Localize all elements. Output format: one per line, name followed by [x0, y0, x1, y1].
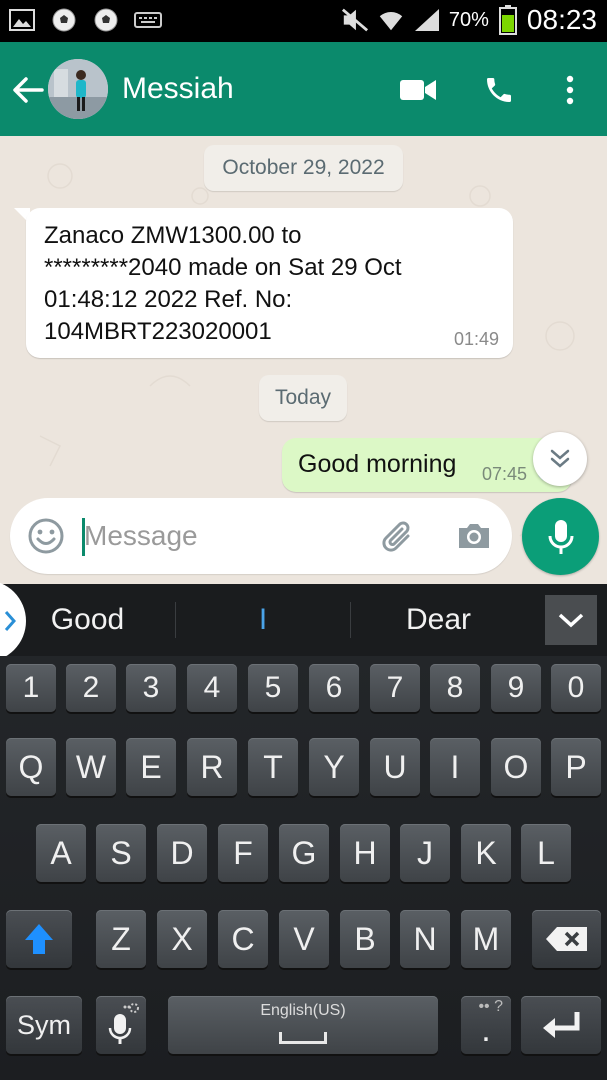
key[interactable]: O — [491, 738, 541, 796]
enter-key[interactable] — [521, 996, 601, 1054]
key[interactable]: 5 — [248, 664, 298, 712]
suggestion-item[interactable]: Dear — [351, 584, 526, 656]
enter-icon — [543, 1012, 580, 1038]
emoji-icon[interactable] — [26, 516, 66, 556]
space-icon — [279, 1032, 327, 1044]
key[interactable]: D — [157, 824, 207, 882]
battery-percent: 70% — [448, 8, 489, 31]
key[interactable]: N — [400, 910, 450, 968]
keyboard-icon — [134, 6, 162, 34]
clock: 08:23 — [526, 4, 597, 35]
key[interactable]: Z — [96, 910, 146, 968]
chevron-down-icon — [558, 613, 584, 628]
message-time: 07:45 — [482, 464, 528, 484]
shift-key[interactable] — [6, 910, 72, 968]
sym-key[interactable]: Sym — [6, 996, 82, 1054]
key[interactable]: 0 — [551, 664, 601, 712]
soccer-ball-icon — [50, 6, 78, 34]
key[interactable]: T — [248, 738, 298, 796]
scroll-to-bottom-button[interactable] — [533, 432, 587, 486]
mic-icon — [548, 519, 573, 554]
key[interactable]: 8 — [430, 664, 480, 712]
mic-button[interactable] — [522, 498, 599, 575]
key[interactable]: Q — [6, 738, 56, 796]
avatar[interactable] — [48, 59, 108, 119]
key[interactable]: 1 — [6, 664, 56, 712]
back-arrow-icon[interactable] — [10, 72, 46, 108]
key[interactable]: Y — [309, 738, 359, 796]
suggestion-bar: Good I Dear — [0, 584, 607, 656]
mic-gear-icon — [108, 1003, 139, 1044]
key[interactable]: K — [461, 824, 511, 882]
video-call-icon[interactable] — [398, 70, 438, 110]
key[interactable]: E — [126, 738, 176, 796]
key[interactable]: S — [96, 824, 146, 882]
backspace-key[interactable] — [532, 910, 601, 968]
key[interactable]: V — [279, 910, 329, 968]
double-chevron-down-icon — [550, 449, 570, 468]
suggestion-item[interactable]: I — [176, 584, 350, 656]
message-composer — [10, 498, 512, 574]
status-bar: 70% 08:23 — [0, 0, 607, 42]
period-key[interactable]: •• ? . — [461, 996, 511, 1054]
paperclip-icon[interactable] — [378, 516, 418, 556]
voice-call-icon[interactable] — [479, 70, 519, 110]
suggestion-item[interactable]: Good — [0, 584, 175, 656]
key[interactable]: 6 — [309, 664, 359, 712]
key[interactable]: I — [430, 738, 480, 796]
key[interactable]: C — [218, 910, 268, 968]
shift-arrow-icon — [25, 924, 53, 954]
contact-name[interactable]: Messiah — [122, 72, 234, 106]
key[interactable]: 9 — [491, 664, 541, 712]
key[interactable]: 2 — [66, 664, 116, 712]
key[interactable]: R — [187, 738, 237, 796]
date-label: October 29, 2022 — [204, 145, 403, 191]
battery-icon — [497, 5, 519, 35]
signal-icon — [413, 6, 441, 34]
message-time: 01:49 — [453, 329, 499, 349]
alt-char-hint: •• ? — [478, 998, 503, 1015]
message-text: Good morning — [298, 450, 457, 478]
chat-area[interactable]: October 29, 2022 Zanaco ZMW1300.00 to **… — [0, 136, 607, 584]
key[interactable]: 3 — [126, 664, 176, 712]
message-text: Zanaco ZMW1300.00 to *********2040 made … — [44, 222, 402, 345]
more-vert-icon[interactable] — [550, 70, 590, 110]
key[interactable]: B — [340, 910, 390, 968]
gallery-icon — [8, 6, 36, 34]
outgoing-message[interactable]: Good morning 07:45 — [282, 438, 572, 492]
backspace-icon — [545, 927, 587, 951]
key[interactable]: 4 — [187, 664, 237, 712]
chat-header: Messiah — [0, 42, 607, 136]
key[interactable]: U — [370, 738, 420, 796]
voice-input-key[interactable] — [96, 996, 146, 1054]
wifi-icon — [377, 6, 405, 34]
date-label: Today — [259, 375, 347, 421]
space-key[interactable]: English(US) — [168, 996, 438, 1054]
key[interactable]: H — [340, 824, 390, 882]
key[interactable]: M — [461, 910, 511, 968]
key[interactable]: A — [36, 824, 86, 882]
key[interactable]: P — [551, 738, 601, 796]
key[interactable]: F — [218, 824, 268, 882]
camera-icon[interactable] — [454, 516, 494, 556]
key[interactable]: L — [521, 824, 571, 882]
mute-icon — [341, 6, 369, 34]
keyboard: 1 2 3 4 5 6 7 8 9 0 Q W E R T Y U I O P … — [0, 656, 607, 1080]
key[interactable]: W — [66, 738, 116, 796]
key[interactable]: X — [157, 910, 207, 968]
collapse-suggestions-button[interactable] — [545, 595, 597, 645]
key[interactable]: J — [400, 824, 450, 882]
message-input[interactable] — [84, 512, 364, 560]
chevron-right-icon — [4, 611, 16, 631]
incoming-message[interactable]: Zanaco ZMW1300.00 to *********2040 made … — [26, 208, 513, 358]
key[interactable]: 7 — [370, 664, 420, 712]
key[interactable]: G — [279, 824, 329, 882]
soccer-ball-icon — [92, 6, 120, 34]
